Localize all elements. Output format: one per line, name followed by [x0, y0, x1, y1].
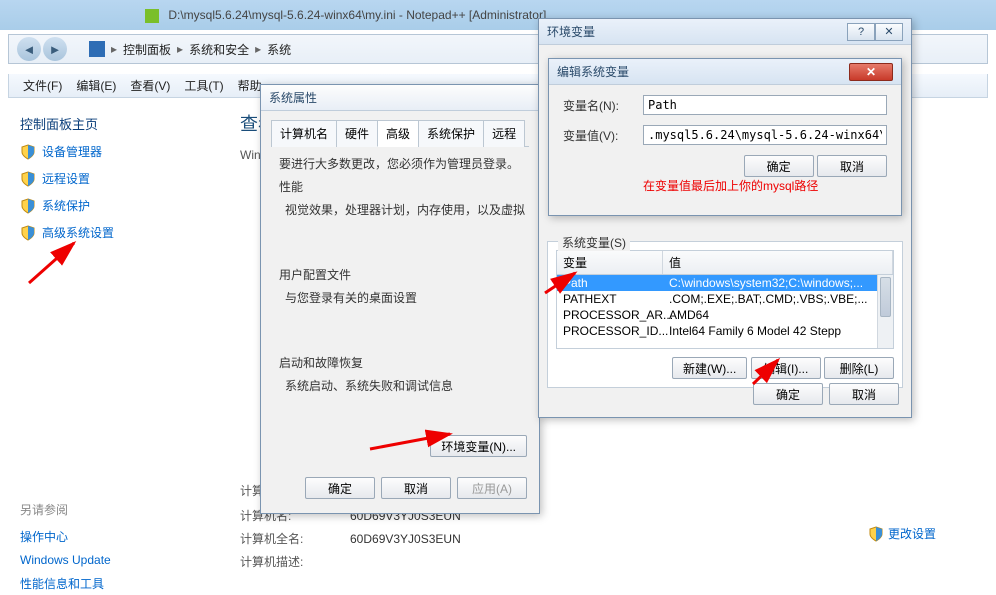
- list-row[interactable]: PROCESSOR_ID...Intel64 Family 6 Model 42…: [557, 323, 893, 339]
- env-vars-button[interactable]: 环境变量(N)...: [430, 435, 527, 457]
- system-vars-group: 系统变量(S) 变量 值 PathC:\windows\system32;C:\…: [547, 241, 903, 388]
- back-button[interactable]: ◄: [17, 37, 41, 61]
- breadcrumb[interactable]: ▸ 控制面板 ▸ 系统和安全 ▸ 系统: [89, 41, 291, 58]
- shield-icon: [20, 171, 36, 187]
- dialog-titlebar[interactable]: 系统属性: [261, 85, 539, 111]
- dialog-title: 编辑系统变量: [557, 63, 629, 80]
- group-title: 系统变量(S): [558, 234, 630, 251]
- list-row[interactable]: PathC:\windows\system32;C:\windows;...: [557, 275, 893, 291]
- menu-edit[interactable]: 编辑(E): [70, 77, 122, 94]
- new-var-button[interactable]: 新建(W)...: [672, 357, 747, 379]
- var-value-input[interactable]: [643, 125, 887, 145]
- breadcrumb-item[interactable]: 系统: [267, 41, 291, 58]
- tab-hardware[interactable]: 硬件: [336, 120, 378, 147]
- edit-var-button[interactable]: 编辑(I)...: [751, 357, 821, 379]
- chevron-right-icon: ▸: [111, 42, 117, 56]
- list-header: 变量 值: [556, 250, 894, 275]
- tab-strip: 计算机名 硬件 高级 系统保护 远程: [271, 119, 529, 147]
- tab-advanced[interactable]: 高级: [377, 120, 419, 147]
- sidebar-home[interactable]: 控制面板主页: [20, 114, 196, 133]
- sidebar-item-advanced[interactable]: 高级系统设置: [20, 224, 196, 241]
- breadcrumb-item[interactable]: 控制面板: [123, 41, 171, 58]
- breadcrumb-item[interactable]: 系统和安全: [189, 41, 249, 58]
- startup-body: 系统启动、系统失败和调试信息: [285, 377, 525, 396]
- annotation-note: 在变量值最后加上你的mysql路径: [643, 177, 901, 194]
- dialog-titlebar[interactable]: 环境变量 ?✕: [539, 19, 911, 45]
- var-value-label: 变量值(V):: [563, 127, 643, 144]
- cancel-button[interactable]: 取消: [817, 155, 887, 177]
- perf-heading: 性能: [279, 178, 525, 195]
- startup-heading: 启动和故障恢复: [279, 354, 525, 371]
- shield-icon: [20, 144, 36, 160]
- chevron-right-icon: ▸: [255, 42, 261, 56]
- list-row[interactable]: PATHEXT.COM;.EXE;.BAT;.CMD;.VBS;.VBE;...: [557, 291, 893, 307]
- list-row[interactable]: PROCESSOR_AR...AMD64: [557, 307, 893, 323]
- forward-button[interactable]: ►: [43, 37, 67, 61]
- sidebar-item-remote[interactable]: 远程设置: [20, 170, 196, 187]
- close-button[interactable]: ✕: [875, 23, 903, 41]
- tab-protection[interactable]: 系统保护: [418, 120, 484, 147]
- sidebar-item-device-manager[interactable]: 设备管理器: [20, 143, 196, 160]
- perf-body: 视觉效果，处理器计划，内存使用，以及虚拟: [285, 201, 525, 220]
- chevron-right-icon: ▸: [177, 42, 183, 56]
- control-panel-icon: [89, 41, 105, 57]
- tab-computer-name[interactable]: 计算机名: [271, 120, 337, 147]
- help-button[interactable]: ?: [847, 23, 875, 41]
- seealso-title: 另请参阅: [20, 501, 196, 518]
- var-name-label: 变量名(N):: [563, 97, 643, 114]
- scroll-thumb[interactable]: [880, 277, 891, 317]
- sidebar-item-label: 系统保护: [42, 197, 90, 214]
- ok-button[interactable]: 确定: [753, 383, 823, 405]
- cancel-button[interactable]: 取消: [381, 477, 451, 499]
- sidebar-item-label: 设备管理器: [42, 143, 102, 160]
- menu-view[interactable]: 查看(V): [124, 77, 176, 94]
- seealso-windows-update[interactable]: Windows Update: [20, 553, 196, 567]
- system-vars-list[interactable]: PathC:\windows\system32;C:\windows;... P…: [556, 275, 894, 349]
- sidebar: 控制面板主页 设备管理器 远程设置 系统保护 高级系统设置 另请参阅 操作中心 …: [8, 98, 208, 595]
- full-name-row: 计算机全名:60D69V3YJ0S3EUN: [240, 530, 976, 547]
- system-properties-dialog: 系统属性 计算机名 硬件 高级 系统保护 远程 要进行大多数更改，您必须作为管理…: [260, 84, 540, 514]
- scrollbar[interactable]: [877, 275, 893, 348]
- ok-button[interactable]: 确定: [305, 477, 375, 499]
- menu-tools[interactable]: 工具(T): [178, 77, 229, 94]
- dialog-titlebar[interactable]: 编辑系统变量 ✕: [549, 59, 901, 85]
- var-name-input[interactable]: [643, 95, 887, 115]
- var-value-row: 变量值(V):: [563, 125, 887, 145]
- edit-var-dialog: 编辑系统变量 ✕ 变量名(N): 变量值(V): 确定 取消 在变量值最后加上你…: [548, 58, 902, 216]
- ok-button[interactable]: 确定: [744, 155, 814, 177]
- admin-note: 要进行大多数更改，您必须作为管理员登录。: [279, 155, 525, 172]
- notepad-title-text: D:\mysql5.6.24\mysql-5.6.24-winx64\my.in…: [168, 8, 546, 22]
- seealso-action-center[interactable]: 操作中心: [20, 528, 196, 545]
- apply-button[interactable]: 应用(A): [457, 477, 527, 499]
- notepad-icon: [145, 9, 159, 23]
- dialog-title: 系统属性: [269, 89, 317, 106]
- col-value[interactable]: 值: [663, 251, 893, 274]
- profile-body: 与您登录有关的桌面设置: [285, 289, 525, 308]
- tab-remote[interactable]: 远程: [483, 120, 525, 147]
- col-variable[interactable]: 变量: [557, 251, 663, 274]
- var-name-row: 变量名(N):: [563, 95, 887, 115]
- change-settings-link[interactable]: 更改设置: [868, 525, 936, 542]
- dialog-title: 环境变量: [547, 23, 595, 40]
- menu-file[interactable]: 文件(F): [17, 77, 68, 94]
- shield-icon: [20, 198, 36, 214]
- shield-icon: [20, 225, 36, 241]
- shield-icon: [868, 526, 884, 542]
- sidebar-item-label: 远程设置: [42, 170, 90, 187]
- sidebar-item-protection[interactable]: 系统保护: [20, 197, 196, 214]
- sidebar-item-label: 高级系统设置: [42, 224, 114, 241]
- delete-var-button[interactable]: 删除(L): [824, 357, 894, 379]
- close-button[interactable]: ✕: [849, 63, 893, 81]
- cancel-button[interactable]: 取消: [829, 383, 899, 405]
- description-row: 计算机描述:: [240, 553, 976, 570]
- profile-heading: 用户配置文件: [279, 266, 525, 283]
- seealso-performance[interactable]: 性能信息和工具: [20, 575, 196, 592]
